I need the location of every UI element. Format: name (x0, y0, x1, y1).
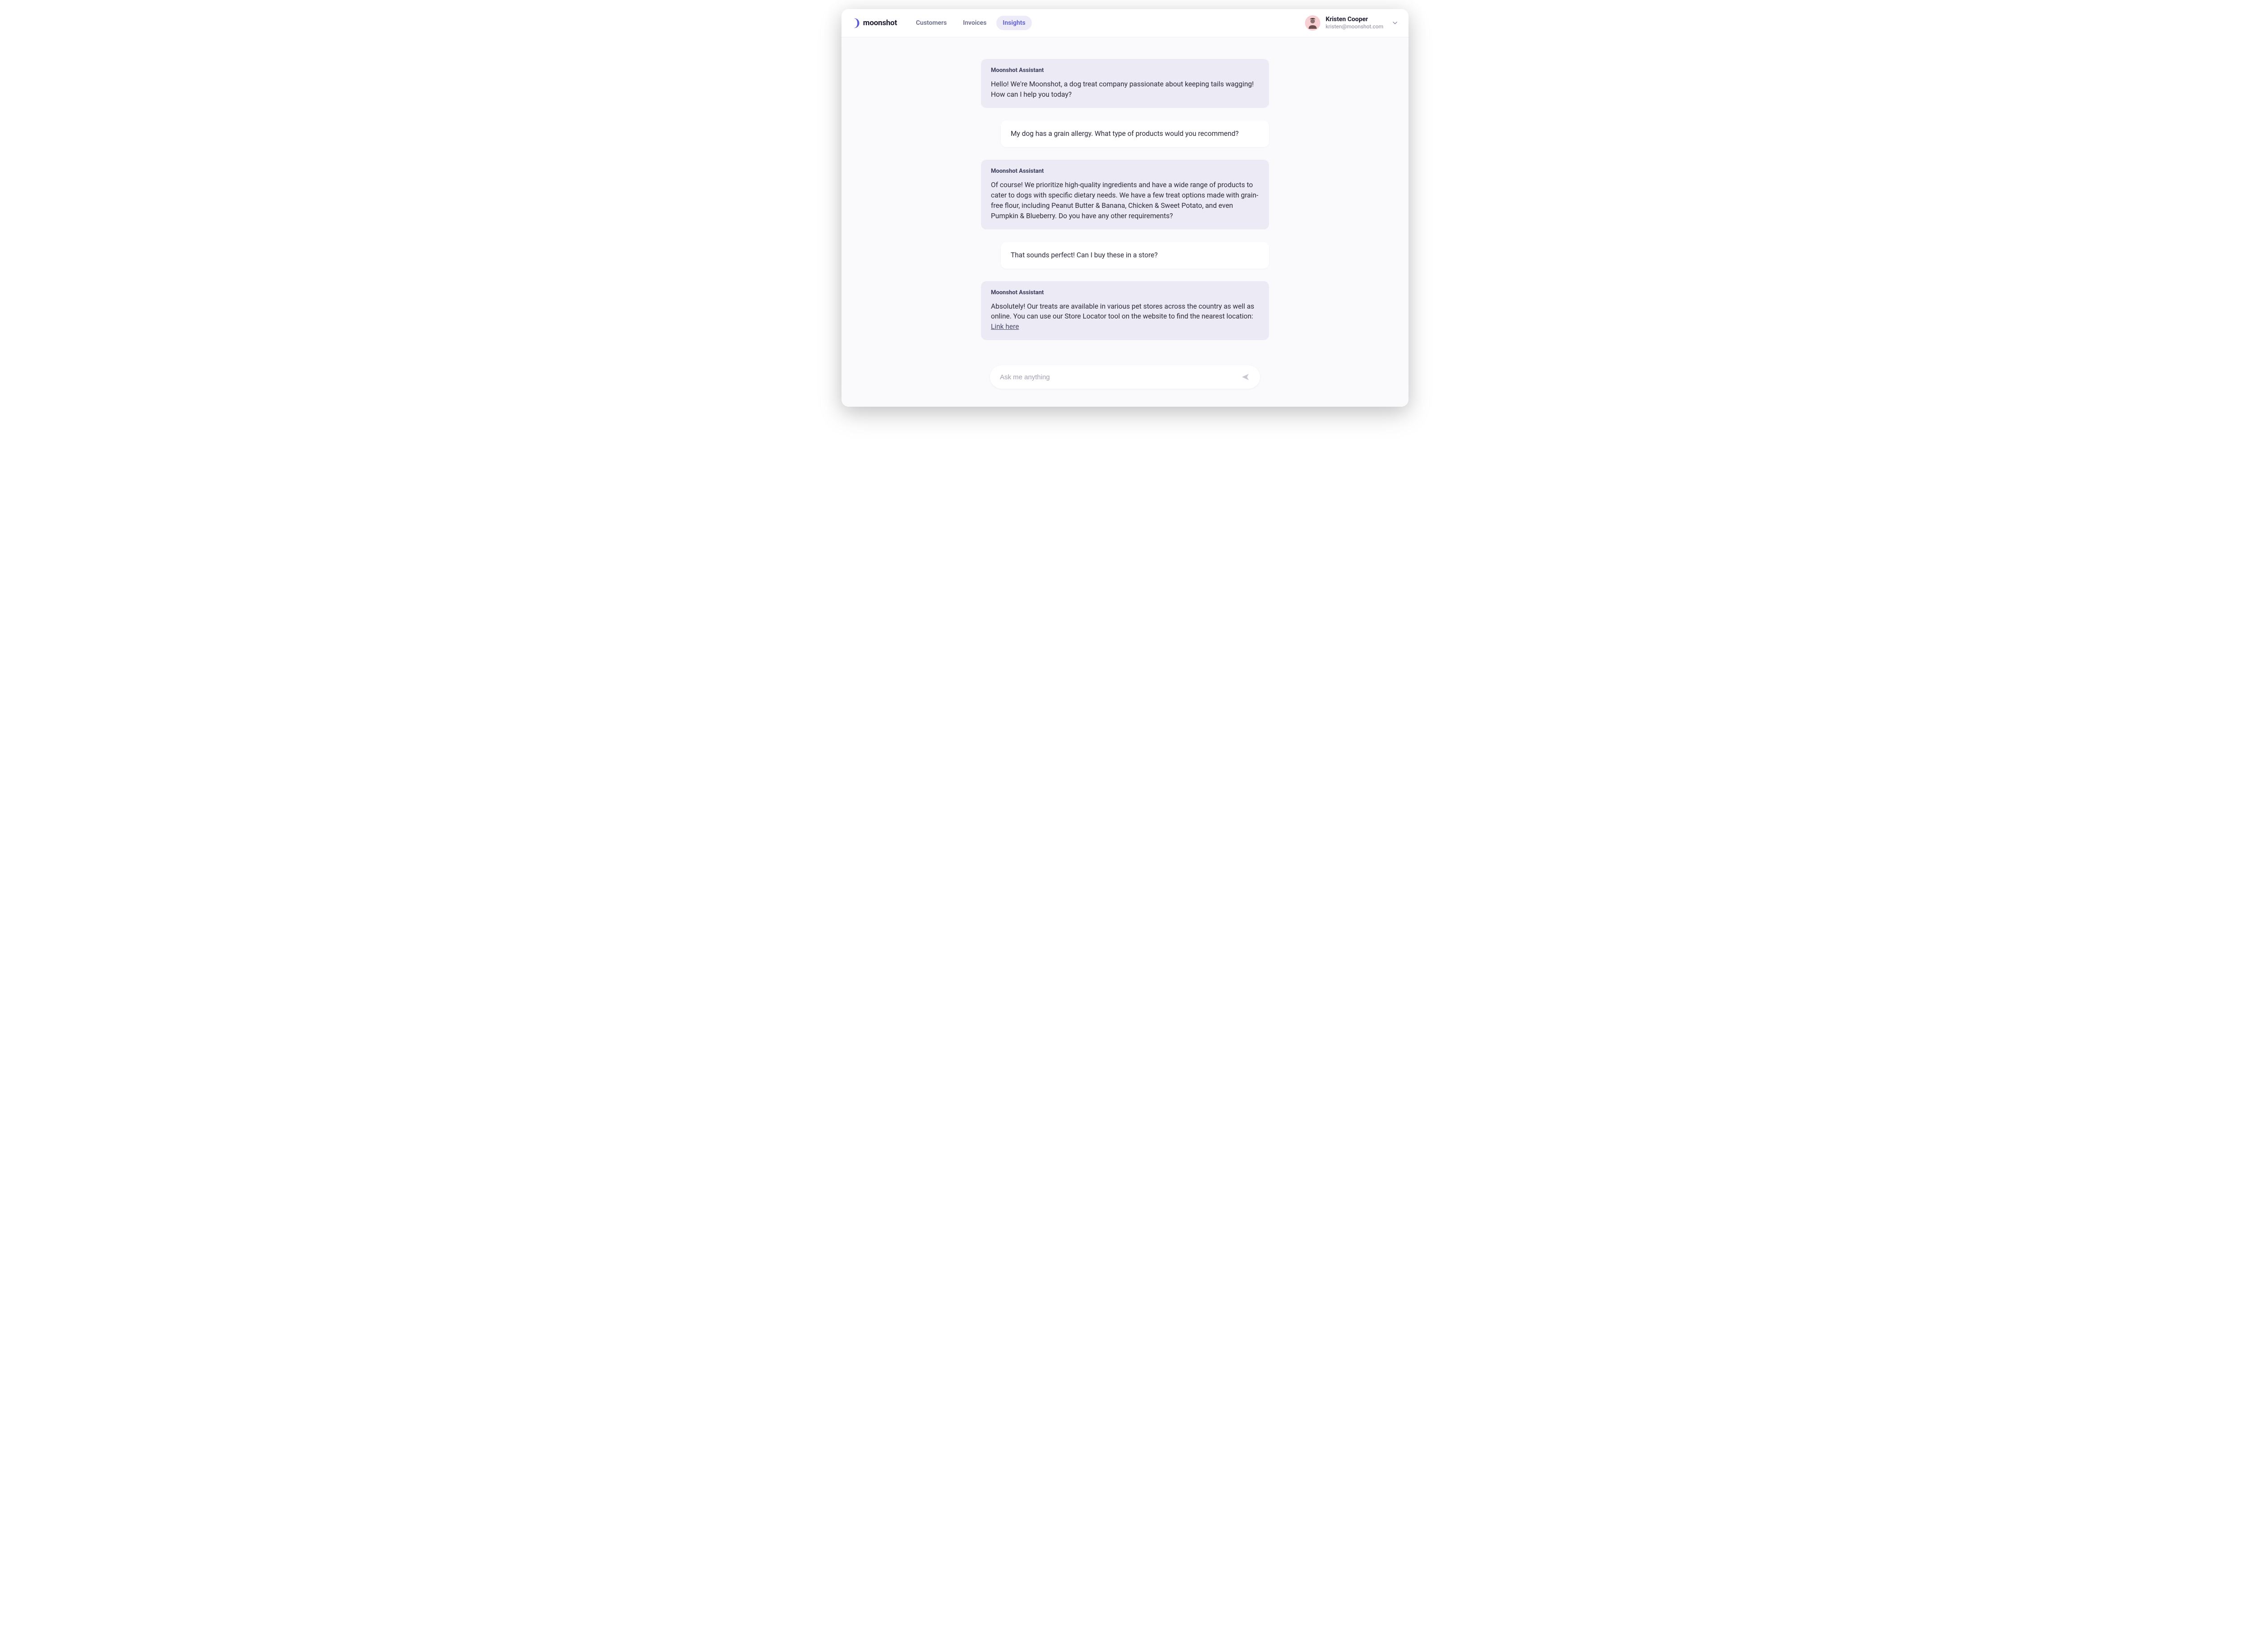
header: ❩ moonshot Customers Invoices Insights K… (842, 9, 1408, 37)
chat-input[interactable] (1000, 373, 1241, 381)
assistant-name-label: Moonshot Assistant (991, 67, 1259, 74)
message-text: My dog has a grain allergy. What type of… (1011, 129, 1259, 139)
chat-input-box (990, 365, 1260, 389)
logo[interactable]: ❩ moonshot (852, 18, 897, 28)
assistant-message: Moonshot Assistant Hello! We're Moonshot… (981, 59, 1269, 108)
assistant-message: Moonshot Assistant Absolutely! Our treat… (981, 281, 1269, 341)
brand-name: moonshot (863, 18, 897, 27)
send-icon (1241, 373, 1250, 382)
assistant-message: Moonshot Assistant Of course! We priorit… (981, 160, 1269, 229)
message-text: Hello! We're Moonshot, a dog treat compa… (991, 79, 1259, 100)
content: Moonshot Assistant Hello! We're Moonshot… (842, 37, 1408, 407)
user-message: My dog has a grain allergy. What type of… (1001, 121, 1269, 147)
chevron-down-icon[interactable] (1392, 19, 1398, 27)
nav: Customers Invoices Insights (909, 16, 1031, 30)
user-email: kristen@moonshot.com (1326, 23, 1383, 31)
nav-insights[interactable]: Insights (996, 16, 1031, 30)
user-message: That sounds perfect! Can I buy these in … (1001, 242, 1269, 269)
store-locator-link[interactable]: Link here (991, 323, 1019, 331)
header-left: ❩ moonshot Customers Invoices Insights (852, 16, 1032, 30)
nav-customers[interactable]: Customers (909, 16, 953, 30)
nav-invoices[interactable]: Invoices (957, 16, 993, 30)
message-text: Absolutely! Our treats are available in … (991, 301, 1259, 332)
assistant-name-label: Moonshot Assistant (991, 289, 1259, 296)
chat-input-wrap (990, 365, 1260, 389)
message-text: Of course! We prioritize high-quality in… (991, 180, 1259, 221)
user-name: Kristen Cooper (1326, 15, 1383, 23)
send-button[interactable] (1241, 373, 1250, 382)
message-text-prefix: Absolutely! Our treats are available in … (991, 302, 1254, 321)
logo-mark-icon: ❩ (852, 18, 861, 28)
chat-thread: Moonshot Assistant Hello! We're Moonshot… (981, 59, 1269, 340)
user-info: Kristen Cooper kristen@moonshot.com (1326, 15, 1383, 31)
assistant-name-label: Moonshot Assistant (991, 168, 1259, 175)
user-menu[interactable]: Kristen Cooper kristen@moonshot.com (1305, 15, 1398, 31)
avatar (1305, 15, 1320, 31)
message-text: That sounds perfect! Can I buy these in … (1011, 250, 1259, 260)
app-window: ❩ moonshot Customers Invoices Insights K… (842, 9, 1408, 407)
